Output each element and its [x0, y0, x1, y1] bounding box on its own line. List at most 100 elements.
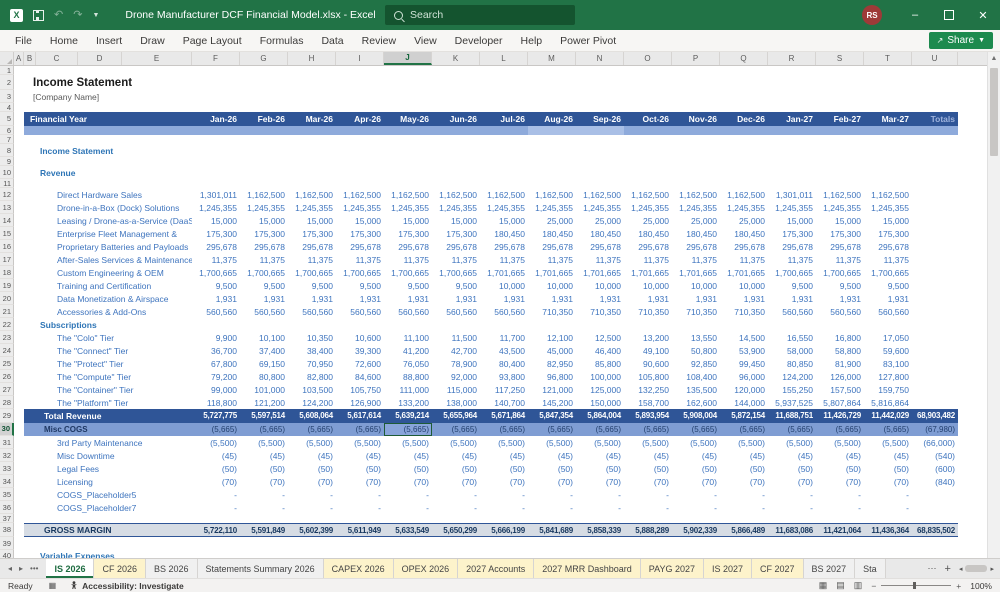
cell-O13[interactable]: 1,245,355 — [624, 201, 672, 214]
cell-F30[interactable]: (5,665) — [192, 423, 240, 437]
cell-P19[interactable]: 10,000 — [672, 279, 720, 292]
cell-H32[interactable]: (45) — [288, 449, 336, 462]
empty-cells-row-28[interactable] — [958, 396, 987, 409]
cell-R23[interactable]: 16,550 — [768, 331, 816, 344]
close-button[interactable]: ✕ — [966, 0, 1000, 30]
cell-P29[interactable]: 5,908,004 — [672, 409, 720, 423]
cell-K12[interactable]: 1,162,500 — [432, 188, 480, 201]
ribbon-tab-power-pivot[interactable]: Power Pivot — [551, 30, 625, 51]
cell-O26[interactable]: 105,800 — [624, 370, 672, 383]
cell-I26[interactable]: 84,600 — [336, 370, 384, 383]
month-header-Oct-26[interactable]: Oct-26 — [624, 112, 672, 126]
sheet-nav-right-icon[interactable]: ▸ — [19, 564, 23, 573]
cell-T6[interactable] — [864, 126, 912, 135]
horizontal-scroll-thumb[interactable] — [965, 565, 988, 572]
cell-R15[interactable]: 175,300 — [768, 227, 816, 240]
sheet-tab-2027-mrr-dashboard[interactable]: 2027 MRR Dashboard — [534, 559, 641, 578]
cell-U34[interactable]: (840) — [912, 475, 958, 488]
cell-M35[interactable]: - — [528, 488, 576, 501]
empty-cells-row-13[interactable] — [958, 201, 987, 214]
cell-G36[interactable]: - — [240, 501, 288, 514]
cell-S38[interactable]: 11,421,064 — [816, 524, 864, 536]
cell-J34[interactable]: (70) — [384, 475, 432, 488]
cell-J36[interactable]: - — [384, 501, 432, 514]
qat-dropdown-icon[interactable]: ▼ — [92, 12, 99, 19]
cell-Q33[interactable]: (50) — [720, 462, 768, 475]
page-break-view-icon[interactable]: ▥ — [854, 580, 863, 591]
empty-cells-row-33[interactable] — [958, 462, 987, 475]
column-header-K[interactable]: K — [432, 52, 480, 65]
cell-T28[interactable]: 5,816,864 — [864, 396, 912, 409]
cell-A6[interactable] — [14, 126, 24, 135]
cell-N14[interactable]: 25,000 — [576, 214, 624, 227]
cell-F33[interactable]: (50) — [192, 462, 240, 475]
cell-U24[interactable] — [912, 344, 958, 357]
empty-cells-row-20[interactable] — [958, 292, 987, 305]
cell-M27[interactable]: 121,000 — [528, 383, 576, 396]
cell-K35[interactable]: - — [432, 488, 480, 501]
cell-S16[interactable]: 295,678 — [816, 240, 864, 253]
sheet-tab-payg-2027[interactable]: PAYG 2027 — [640, 559, 704, 578]
cell-F29[interactable]: 5,727,775 — [192, 409, 240, 423]
cell-M29[interactable]: 5,847,354 — [528, 409, 576, 423]
cell-S14[interactable]: 15,000 — [816, 214, 864, 227]
search-box[interactable]: Search — [385, 5, 575, 25]
cell-G6[interactable] — [240, 126, 288, 135]
cell-I31[interactable]: (5,500) — [336, 436, 384, 449]
cell-U29[interactable]: 68,903,482 — [912, 409, 958, 423]
cell-L13[interactable]: 1,245,355 — [480, 201, 528, 214]
cell-H21[interactable]: 560,560 — [288, 305, 336, 318]
cell-N12[interactable]: 1,162,500 — [576, 188, 624, 201]
cell-N30[interactable]: (5,665) — [576, 423, 624, 437]
cell-U21[interactable] — [912, 305, 958, 318]
cell-K21[interactable]: 560,560 — [432, 305, 480, 318]
cell-G20[interactable]: 1,931 — [240, 292, 288, 305]
row-header-36[interactable]: 36 — [0, 501, 14, 514]
cell-H13[interactable]: 1,245,355 — [288, 201, 336, 214]
cell-O31[interactable]: (5,500) — [624, 436, 672, 449]
cell-U16[interactable] — [912, 240, 958, 253]
column-header-U[interactable]: U — [912, 52, 958, 65]
cell-T33[interactable]: (50) — [864, 462, 912, 475]
empty-cells-row-18[interactable] — [958, 266, 987, 279]
empty-cells-row-27[interactable] — [958, 383, 987, 396]
cell-F34[interactable]: (70) — [192, 475, 240, 488]
column-header-T[interactable]: T — [864, 52, 912, 65]
cell-P31[interactable]: (5,500) — [672, 436, 720, 449]
row-header-12[interactable]: 12 — [0, 188, 14, 201]
cell-N17[interactable]: 11,375 — [576, 253, 624, 266]
cell-P30[interactable]: (5,665) — [672, 423, 720, 437]
hscroll-left-icon[interactable]: ◂ — [959, 565, 963, 573]
restore-button[interactable] — [932, 0, 966, 30]
cell-R31[interactable]: (5,500) — [768, 436, 816, 449]
cell-I18[interactable]: 1,700,665 — [336, 266, 384, 279]
sheet-tab-is-2026[interactable]: IS 2026 — [46, 559, 95, 578]
cell-A30[interactable] — [14, 422, 24, 436]
cell-Q25[interactable]: 99,450 — [720, 357, 768, 370]
cell-S17[interactable]: 11,375 — [816, 253, 864, 266]
cell-Q21[interactable]: 710,350 — [720, 305, 768, 318]
cell-I6[interactable] — [336, 126, 384, 135]
cell-P36[interactable]: - — [672, 501, 720, 514]
cell-T38[interactable]: 11,436,364 — [864, 524, 912, 536]
zoom-in-icon[interactable]: + — [956, 581, 961, 591]
empty-cells-row-22[interactable] — [414, 318, 987, 331]
cell-L30[interactable]: (5,665) — [480, 423, 528, 437]
cell-M31[interactable]: (5,500) — [528, 436, 576, 449]
cell-N27[interactable]: 125,000 — [576, 383, 624, 396]
cell-U35[interactable] — [912, 488, 958, 501]
cell-L34[interactable]: (70) — [480, 475, 528, 488]
cell-M33[interactable]: (50) — [528, 462, 576, 475]
cell-S23[interactable]: 16,800 — [816, 331, 864, 344]
empty-cells-row-15[interactable] — [958, 227, 987, 240]
cell-I15[interactable]: 175,300 — [336, 227, 384, 240]
user-avatar[interactable]: RS — [862, 5, 882, 25]
cell-K31[interactable]: (5,500) — [432, 436, 480, 449]
cell-F18[interactable]: 1,700,665 — [192, 266, 240, 279]
cell-L17[interactable]: 11,375 — [480, 253, 528, 266]
row-31-label[interactable]: 3rd Party Maintenance — [14, 436, 192, 449]
cell-P34[interactable]: (70) — [672, 475, 720, 488]
row-header-35[interactable]: 35 — [0, 488, 14, 501]
cell-O34[interactable]: (70) — [624, 475, 672, 488]
cell-K16[interactable]: 295,678 — [432, 240, 480, 253]
